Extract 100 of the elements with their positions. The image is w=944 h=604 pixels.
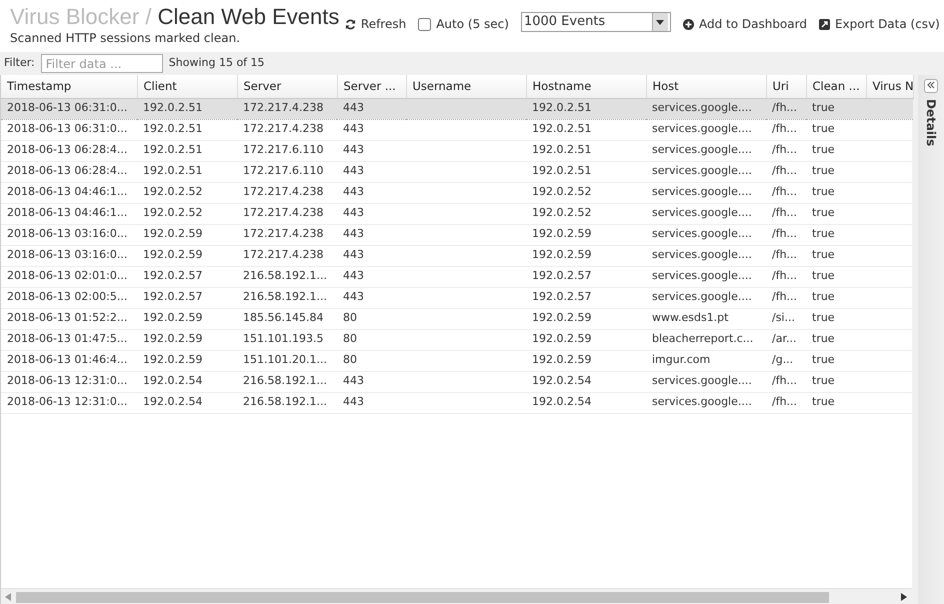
table-cell: true (806, 161, 866, 182)
table-cell: 443 (337, 392, 406, 413)
column-header[interactable]: Virus N (866, 75, 913, 98)
event-limit-dropdown[interactable]: 1000 Events (520, 12, 671, 32)
table-cell: /fh... (766, 161, 806, 182)
table-cell: 192.0.2.57 (137, 287, 237, 308)
table-cell: 192.0.2.57 (137, 266, 237, 287)
table-cell: /fh... (766, 119, 806, 140)
table-cell: 192.0.2.54 (137, 392, 237, 413)
table-cell: services.google.... (646, 287, 766, 308)
filter-field[interactable]: Filter data ... (40, 54, 163, 73)
table-cell: 172.217.4.238 (237, 224, 337, 245)
table-cell: imgur.com (646, 350, 766, 371)
table-cell: services.google.... (646, 182, 766, 203)
table-cell: 2018-06-13 02:01:0... (1, 266, 137, 287)
table-cell: /fh... (766, 98, 806, 119)
refresh-icon (344, 18, 356, 30)
table-cell: 2018-06-13 06:28:4... (1, 161, 137, 182)
table-cell: bleacherreport.c... (646, 329, 766, 350)
add-to-dashboard-button[interactable]: Add to Dashboard (682, 15, 807, 33)
table-cell: true (806, 392, 866, 413)
table-cell: services.google.... (646, 119, 766, 140)
refresh-button[interactable]: Refresh (344, 15, 406, 33)
column-header[interactable]: Client (137, 75, 237, 98)
table-cell: true (806, 266, 866, 287)
table-cell: 216.58.192.1... (237, 287, 337, 308)
table-cell: true (806, 308, 866, 329)
table-cell: 192.0.2.51 (526, 98, 646, 119)
table-cell: 2018-06-13 12:31:0... (1, 392, 137, 413)
auto-refresh-checkbox[interactable] (418, 18, 432, 30)
table-cell: 2018-06-13 01:52:2... (1, 308, 137, 329)
column-header[interactable]: Server (237, 75, 337, 98)
details-panel-tab[interactable]: Details (922, 99, 940, 146)
table-cell: 172.217.4.238 (237, 203, 337, 224)
table-cell: /fh... (766, 224, 806, 245)
table-cell: 192.0.2.51 (137, 98, 237, 119)
table-cell: services.google.... (646, 203, 766, 224)
table-cell: /ar... (766, 329, 806, 350)
table-cell: 443 (337, 266, 406, 287)
scrollbar-thumb[interactable] (16, 592, 829, 603)
scroll-right-icon[interactable] (901, 593, 907, 601)
horizontal-scrollbar[interactable] (1, 588, 912, 604)
table-cell: 2018-06-13 06:31:0... (1, 119, 137, 140)
table-cell: /fh... (766, 392, 806, 413)
table-cell: 443 (337, 245, 406, 266)
table-cell: 192.0.2.51 (137, 140, 237, 161)
table-cell: 2018-06-13 01:46:4... (1, 350, 137, 371)
expand-panel-button[interactable] (924, 79, 938, 93)
table-cell: 192.0.2.59 (137, 245, 237, 266)
table-cell: 172.217.4.238 (237, 119, 337, 140)
table-cell: 443 (337, 287, 406, 308)
table-cell: /fh... (766, 140, 806, 161)
table-cell: true (806, 182, 866, 203)
table-cell: 192.0.2.54 (526, 371, 646, 392)
table-cell: 172.217.4.238 (237, 182, 337, 203)
table-cell: 80 (337, 329, 406, 350)
column-header[interactable]: Timestamp (1, 75, 137, 98)
table-cell: 192.0.2.51 (526, 140, 646, 161)
breadcrumb-separator: / (145, 4, 152, 29)
table-cell: /fh... (766, 245, 806, 266)
table-cell: 192.0.2.54 (526, 392, 646, 413)
table-cell: 2018-06-13 01:47:5... (1, 329, 137, 350)
column-header[interactable]: Server ... (337, 75, 406, 98)
export-data-button[interactable]: Export Data (csv) (818, 15, 940, 33)
table-cell: services.google.... (646, 266, 766, 287)
table-cell: 172.217.4.238 (237, 245, 337, 266)
table-cell: 192.0.2.54 (137, 371, 237, 392)
table-cell: 192.0.2.51 (137, 119, 237, 140)
table-cell: true (806, 371, 866, 392)
table-cell: true (806, 119, 866, 140)
table-cell: services.google.... (646, 392, 766, 413)
table-cell: services.google.... (646, 98, 766, 119)
table-cell: /fh... (766, 182, 806, 203)
table-cell: services.google.... (646, 161, 766, 182)
table-cell: 80 (337, 308, 406, 329)
table-cell: 443 (337, 161, 406, 182)
auto-refresh-label: Auto (5 sec) (436, 16, 509, 33)
column-header[interactable]: Username (406, 75, 526, 98)
table-cell: 192.0.2.52 (526, 182, 646, 203)
column-header[interactable]: Hostname (526, 75, 646, 98)
column-header[interactable]: Uri (766, 75, 806, 98)
column-header[interactable]: Clean ... (806, 75, 866, 98)
table-cell: 192.0.2.52 (137, 203, 237, 224)
scroll-left-icon[interactable] (5, 593, 11, 601)
page-subtitle: Scanned HTTP sessions marked clean. (10, 31, 242, 45)
table-cell: 185.56.145.84 (237, 308, 337, 329)
table-cell: 192.0.2.57 (526, 287, 646, 308)
table-cell: true (806, 350, 866, 371)
table-cell: 2018-06-13 12:31:0... (1, 371, 137, 392)
table-cell: services.google.... (646, 224, 766, 245)
table-cell: 192.0.2.52 (137, 182, 237, 203)
plus-circle-icon (682, 18, 694, 30)
table-cell: 443 (337, 371, 406, 392)
table-cell: 2018-06-13 04:46:1... (1, 182, 137, 203)
table-cell: 2018-06-13 06:31:0... (1, 98, 137, 119)
table-cell: 192.0.2.51 (137, 161, 237, 182)
table-cell: /g... (766, 350, 806, 371)
page-title: Clean Web Events (158, 4, 340, 29)
column-header[interactable]: Host (646, 75, 766, 98)
table-cell: 443 (337, 224, 406, 245)
